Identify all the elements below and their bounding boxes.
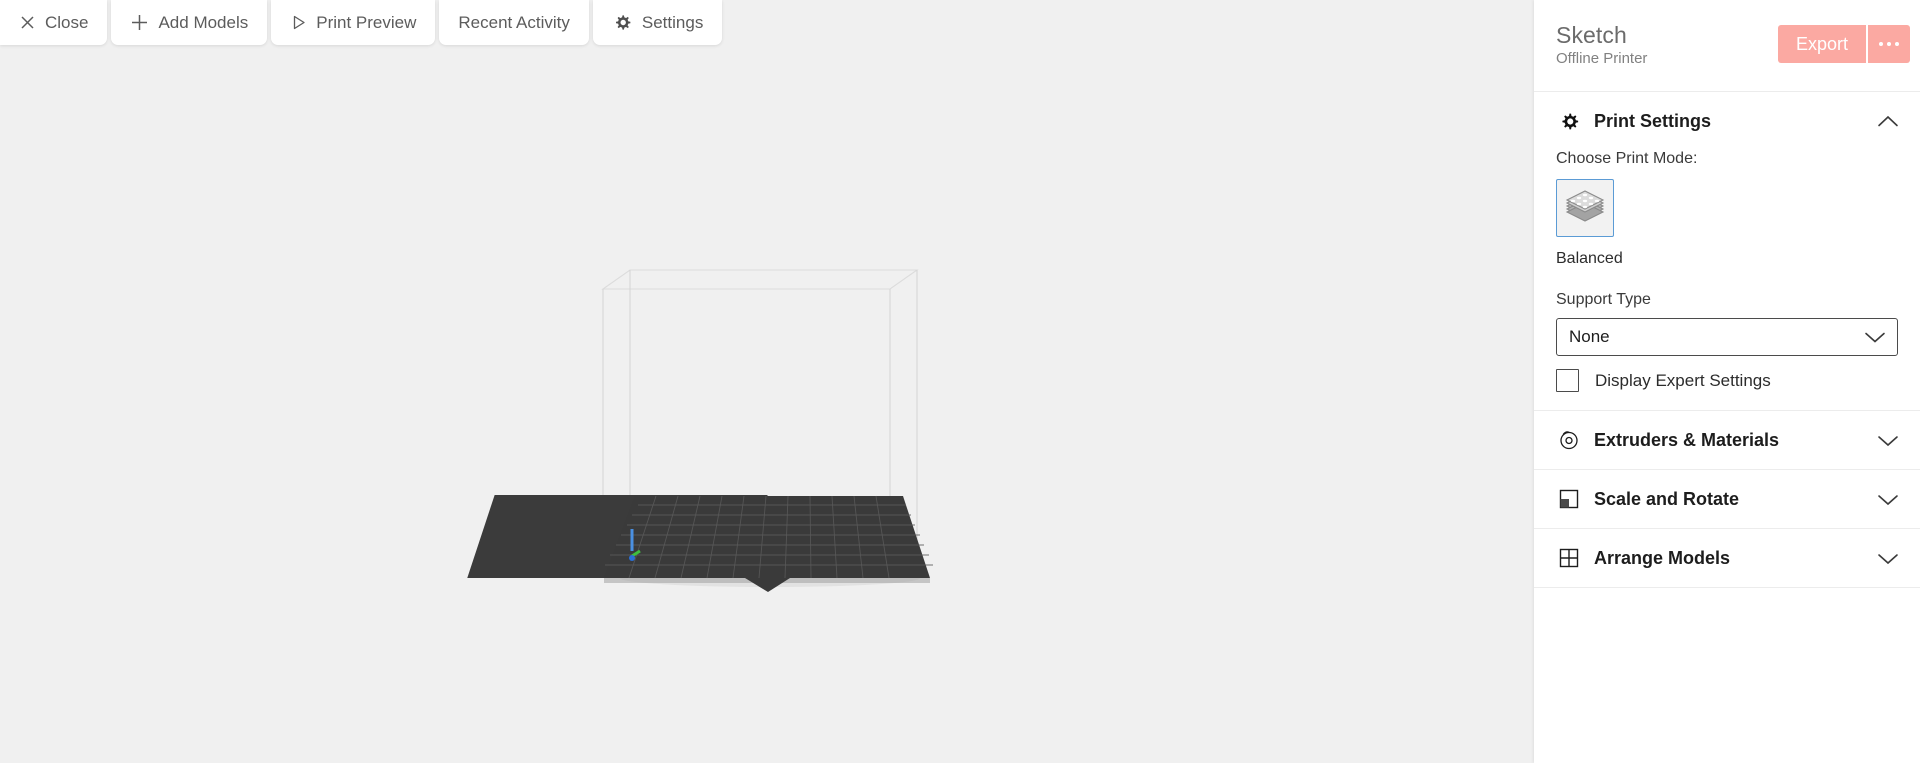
printer-header: Sketch Offline Printer Export	[1534, 0, 1920, 92]
top-toolbar: Close Add Models Print Preview Recent Ac…	[0, 0, 723, 45]
model-viewport[interactable]	[0, 0, 1534, 763]
print-preview-button-label: Print Preview	[316, 12, 417, 32]
section-scale-rotate-header[interactable]: Scale and Rotate	[1534, 470, 1920, 528]
settings-button-label: Settings	[641, 12, 704, 32]
printer-status: Offline Printer	[1556, 49, 1648, 67]
section-print-settings-header[interactable]: Print Settings	[1534, 92, 1920, 150]
app-root: Close Add Models Print Preview Recent Ac…	[0, 0, 1920, 763]
ellipsis-icon	[1895, 42, 1899, 46]
export-button[interactable]: Export	[1777, 25, 1866, 63]
support-type-value: None	[1569, 327, 1610, 346]
play-triangle-icon	[290, 14, 307, 31]
section-print-settings-title: Print Settings	[1594, 110, 1712, 131]
section-arrange-models-title: Arrange Models	[1594, 547, 1731, 568]
printer-info[interactable]: Sketch Offline Printer	[1556, 21, 1648, 69]
chevron-down-icon[interactable]	[1876, 428, 1900, 452]
recent-activity-button[interactable]: Recent Activity	[439, 0, 589, 45]
export-group: Export	[1777, 25, 1910, 63]
chevron-down-icon	[1864, 331, 1886, 344]
scale-square-icon	[1556, 486, 1582, 512]
section-extruders-header[interactable]: Extruders & Materials	[1534, 411, 1920, 469]
build-plate-grid	[467, 495, 933, 592]
choose-print-mode-label: Choose Print Mode:	[1556, 150, 1698, 167]
grid-icon	[1556, 545, 1582, 571]
print-preview-button[interactable]: Print Preview	[271, 0, 436, 45]
close-button[interactable]: Close	[0, 0, 108, 45]
section-scale-rotate-title: Scale and Rotate	[1594, 488, 1740, 509]
spool-icon	[1556, 427, 1582, 453]
section-print-settings-body: Choose Print Mode: Balanced Support Type…	[1534, 150, 1920, 410]
section-extruders-title: Extruders & Materials	[1594, 429, 1780, 450]
export-more-button[interactable]	[1868, 25, 1910, 63]
display-expert-settings-label: Display Expert Settings	[1595, 370, 1771, 390]
plus-icon	[130, 13, 149, 32]
close-button-label: Close	[45, 12, 89, 32]
print-mode-tile-balanced[interactable]	[1556, 179, 1614, 237]
section-arrange-models-header[interactable]: Arrange Models	[1534, 529, 1920, 587]
ellipsis-icon	[1879, 42, 1883, 46]
close-icon	[19, 14, 36, 31]
display-expert-settings-row[interactable]: Display Expert Settings	[1556, 369, 1898, 392]
settings-button[interactable]: Settings	[592, 0, 723, 45]
gear-icon	[1556, 108, 1582, 134]
add-models-button-label: Add Models	[158, 12, 249, 32]
chevron-up-icon[interactable]	[1876, 109, 1900, 133]
support-type-label: Support Type	[1556, 291, 1651, 308]
layered-cube-icon	[1563, 185, 1607, 232]
add-models-button[interactable]: Add Models	[111, 0, 268, 45]
divider	[1534, 587, 1920, 588]
build-volume-scene	[467, 269, 933, 592]
right-settings-panel: Sketch Offline Printer Export Print Sett…	[1534, 0, 1920, 763]
printer-name: Sketch	[1556, 21, 1627, 48]
ellipsis-icon	[1887, 42, 1891, 46]
recent-activity-button-label: Recent Activity	[458, 12, 570, 32]
display-expert-settings-checkbox[interactable]	[1556, 369, 1579, 392]
chevron-down-icon[interactable]	[1876, 546, 1900, 570]
chevron-down-icon[interactable]	[1876, 487, 1900, 511]
support-type-select[interactable]: None	[1556, 318, 1898, 356]
print-mode-value: Balanced	[1556, 250, 1623, 267]
gear-icon	[612, 12, 633, 33]
